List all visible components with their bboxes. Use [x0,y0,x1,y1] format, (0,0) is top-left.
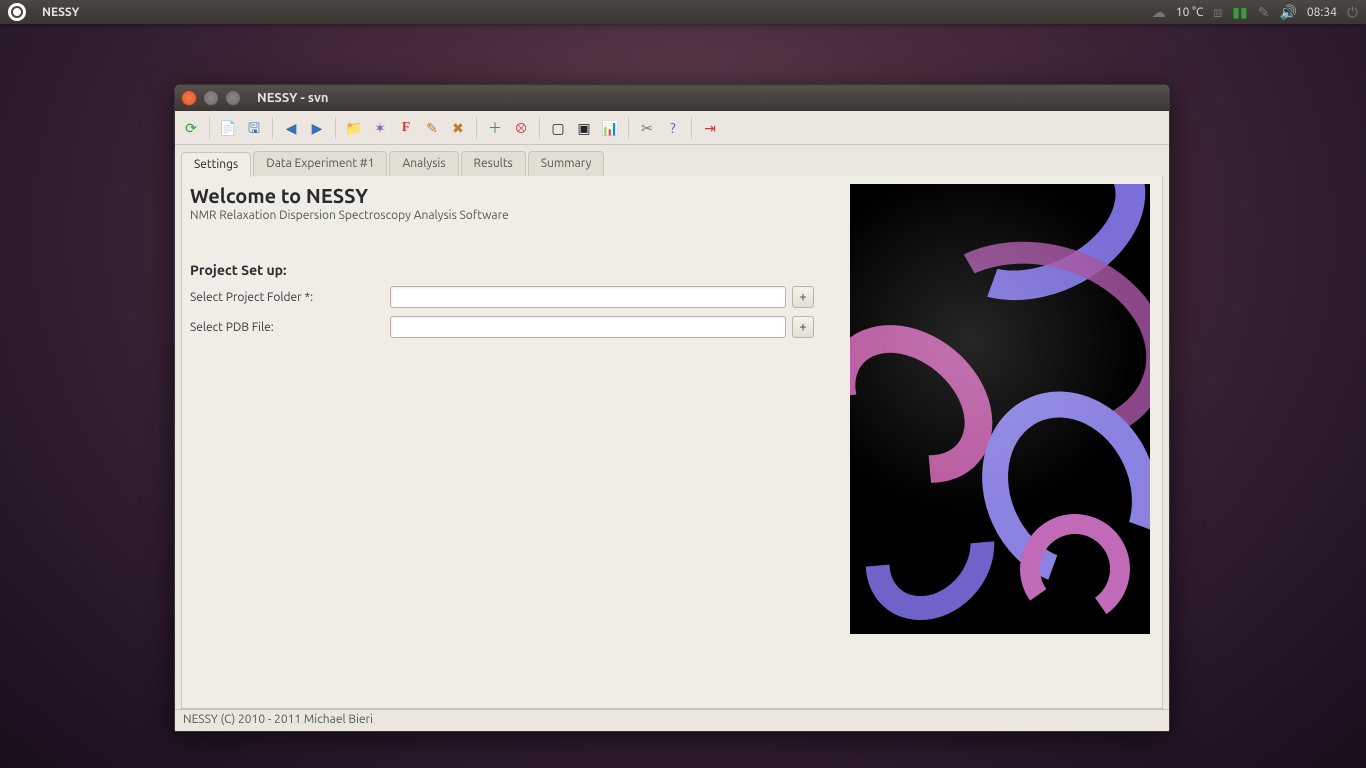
weather-temp[interactable]: 10 °C [1176,6,1204,19]
open-icon[interactable]: 📄 [216,116,240,140]
window-maximize-button[interactable] [225,90,241,106]
exit-icon[interactable]: ⇥ [698,116,722,140]
battery-icon[interactable]: ▮▮ [1232,5,1247,19]
folder-icon[interactable]: 📁 [342,116,366,140]
ubuntu-logo-icon[interactable] [8,3,26,21]
forward-icon[interactable]: ▶ [305,116,329,140]
status-text: NESSY (C) 2010 - 2011 Michael Bieri [183,713,373,726]
label-pdb-file: Select PDB File: [190,321,390,334]
plot-icon[interactable]: 📊 [598,116,622,140]
desktop-top-panel: NESSY ☁ 10 °C ⧈ ▮▮ ✎ 🔊 08:34 ⏻ [0,0,1366,24]
protein-structure-image [850,184,1150,634]
edit-icon[interactable]: ✎ [420,116,444,140]
terminal-icon[interactable]: ▢ [546,116,570,140]
add-icon[interactable]: ＋ [483,116,507,140]
window-minimize-button[interactable] [203,90,219,106]
page-subtitle: NMR Relaxation Dispersion Spectroscopy A… [190,209,830,222]
row-pdb-file: Select PDB File: + [190,316,830,338]
browse-pdb-file-button[interactable]: + [792,316,814,338]
window-title: NESSY - svn [257,91,329,105]
volume-icon[interactable]: 🔊 [1279,5,1296,19]
script-icon[interactable]: ▣ [572,116,596,140]
structure-icon[interactable]: ✶ [368,116,392,140]
save-icon[interactable]: 🖫 [242,116,266,140]
delete-icon[interactable]: ✖ [446,116,470,140]
page-title: Welcome to NESSY [190,184,830,207]
tab-content-settings: Welcome to NESSY NMR Relaxation Dispersi… [181,176,1163,709]
dropbox-icon[interactable]: ⧈ [1213,5,1222,19]
clock[interactable]: 08:34 [1307,6,1337,19]
system-indicators: ☁ 10 °C ⧈ ▮▮ ✎ 🔊 08:34 ⏻ [1152,5,1358,19]
back-icon[interactable]: ◀ [279,116,303,140]
tools-icon[interactable]: ✂ [635,116,659,140]
status-bar: NESSY (C) 2010 - 2011 Michael Bieri [175,709,1169,731]
label-project-folder: Select Project Folder *: [190,291,390,304]
row-project-folder: Select Project Folder *: + [190,286,830,308]
app-window: NESSY - svn ⟳ 📄 🖫 ◀ ▶ 📁 ✶ F ✎ ✖ ＋ ⮾ ▢ ▣ … [174,84,1170,732]
tab-summary[interactable]: Summary [528,151,605,176]
tab-analysis[interactable]: Analysis [389,151,458,176]
tab-bar: Settings Data Experiment #1 Analysis Res… [175,145,1169,176]
tab-settings[interactable]: Settings [181,152,251,177]
window-close-button[interactable] [181,90,197,106]
refresh-icon[interactable]: ⟳ [179,116,203,140]
tab-data-experiment-1[interactable]: Data Experiment #1 [253,151,387,176]
fit-icon[interactable]: F [394,116,418,140]
stop-icon[interactable]: ⮾ [509,116,533,140]
power-icon[interactable]: ⏻ [1347,5,1358,19]
help-icon[interactable]: ? [661,116,685,140]
window-titlebar[interactable]: NESSY - svn [175,85,1169,111]
toolbar: ⟳ 📄 🖫 ◀ ▶ 📁 ✶ F ✎ ✖ ＋ ⮾ ▢ ▣ 📊 ✂ ? ⇥ [175,111,1169,145]
section-project-setup: Project Set up: [190,262,830,278]
tab-results[interactable]: Results [461,151,526,176]
network-icon[interactable]: ✎ [1258,5,1270,19]
browse-project-folder-button[interactable]: + [792,286,814,308]
input-project-folder[interactable] [390,286,786,308]
weather-icon[interactable]: ☁ [1152,5,1166,19]
input-pdb-file[interactable] [390,316,786,338]
active-app-name: NESSY [42,6,79,19]
